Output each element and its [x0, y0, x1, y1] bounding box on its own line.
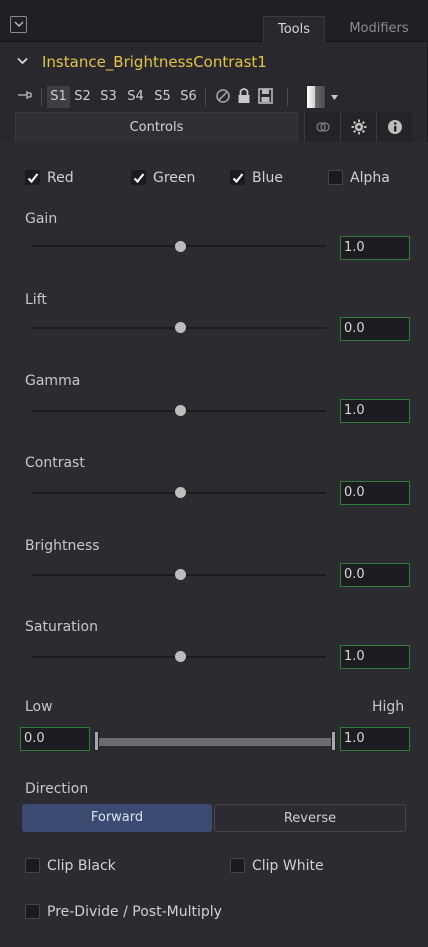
- slot-s5[interactable]: S5: [151, 86, 174, 108]
- checkbox-blue[interactable]: Blue: [230, 168, 300, 188]
- direction-forward-button[interactable]: Forward: [22, 804, 212, 832]
- subtab-links[interactable]: [304, 112, 340, 142]
- inspector-panel: Tools Modifiers Instance_BrightnessContr…: [0, 0, 428, 947]
- checkbox-label: Blue: [252, 170, 283, 186]
- gain-value-field[interactable]: 1.0: [340, 236, 410, 260]
- gain-label: Gain: [25, 211, 58, 227]
- checkbox-box[interactable]: [230, 170, 245, 185]
- tool-toolbar: S1 S2 S3 S4 S5 S6: [0, 82, 428, 110]
- saturation-label: Saturation: [25, 619, 98, 635]
- checkbox-label: Red: [47, 170, 74, 186]
- checkbox-green[interactable]: Green: [131, 168, 211, 188]
- tab-tools[interactable]: Tools: [263, 16, 325, 42]
- checkbox-label: Alpha: [350, 170, 390, 186]
- lift-value-field[interactable]: 0.0: [340, 317, 410, 341]
- checkbox-box[interactable]: [131, 170, 146, 185]
- checkbox-box[interactable]: [25, 170, 40, 185]
- checkbox-label: Green: [153, 170, 196, 186]
- range-low-label: Low: [25, 699, 53, 715]
- dropdown-arrow-icon[interactable]: [331, 95, 338, 100]
- gain-slider-knob[interactable]: [175, 241, 186, 252]
- contrast-value-field[interactable]: 0.0: [340, 481, 410, 505]
- pin-icon[interactable]: [17, 89, 33, 101]
- direction-reverse-button[interactable]: Reverse: [214, 804, 406, 832]
- range-high-value-field[interactable]: 1.0: [340, 727, 410, 751]
- contrast-label: Contrast: [25, 455, 85, 471]
- brightness-label: Brightness: [25, 538, 100, 554]
- subtab-info[interactable]: [376, 112, 412, 142]
- checkbox-clip-white[interactable]: Clip White: [230, 856, 350, 876]
- gamma-label: Gamma: [25, 373, 81, 389]
- save-icon[interactable]: [258, 88, 273, 104]
- checkbox-box[interactable]: [230, 858, 245, 873]
- slot-s3[interactable]: S3: [97, 86, 120, 108]
- gear-icon: [351, 119, 367, 135]
- checkbox-box[interactable]: [328, 170, 343, 185]
- checkbox-label: Clip Black: [47, 858, 116, 874]
- toolbar-divider: [205, 88, 206, 106]
- link-icon: [316, 122, 330, 132]
- checkmark-icon: [27, 173, 39, 184]
- gamma-value-field[interactable]: 1.0: [340, 399, 410, 423]
- brightness-value-field[interactable]: 0.0: [340, 563, 410, 587]
- range-high-handle[interactable]: [331, 731, 336, 751]
- inspector-subtabs: Controls: [15, 112, 413, 142]
- brightness-slider-knob[interactable]: [175, 569, 186, 580]
- gamma-slider-knob[interactable]: [175, 405, 186, 416]
- disable-icon[interactable]: [215, 88, 231, 104]
- slot-s6[interactable]: S6: [177, 86, 200, 108]
- info-icon: [388, 120, 402, 134]
- saturation-value-field[interactable]: 1.0: [340, 645, 410, 669]
- checkbox-alpha[interactable]: Alpha: [328, 168, 398, 188]
- range-high-label: High: [372, 699, 405, 715]
- range-low-value-field[interactable]: 0.0: [20, 727, 90, 751]
- direction-label: Direction: [25, 781, 89, 797]
- slot-s4[interactable]: S4: [124, 86, 147, 108]
- expand-chevron-icon[interactable]: [17, 57, 28, 65]
- toolbar-divider: [41, 88, 42, 106]
- range-slider-track[interactable]: [97, 737, 333, 747]
- saturation-slider-knob[interactable]: [175, 651, 186, 662]
- checkmark-icon: [232, 173, 244, 184]
- checkbox-label: Clip White: [252, 858, 324, 874]
- tab-modifiers[interactable]: Modifiers: [330, 16, 428, 42]
- lift-label: Lift: [25, 292, 47, 308]
- checkbox-red[interactable]: Red: [25, 168, 95, 188]
- checkbox-label: Pre-Divide / Post-Multiply: [47, 904, 222, 920]
- lock-icon[interactable]: [237, 88, 251, 104]
- tool-title: Instance_BrightnessContrast1: [42, 53, 267, 71]
- contrast-slider-knob[interactable]: [175, 487, 186, 498]
- checkmark-icon: [133, 173, 145, 184]
- color-swatch-icon[interactable]: [306, 85, 326, 109]
- checkbox-box[interactable]: [25, 904, 40, 919]
- tool-header[interactable]: Instance_BrightnessContrast1: [0, 50, 428, 78]
- range-low-handle[interactable]: [94, 731, 99, 751]
- checkbox-clip-black[interactable]: Clip Black: [25, 856, 145, 876]
- checkbox-pre-divide-post-multiply[interactable]: Pre-Divide / Post-Multiply: [25, 902, 255, 922]
- collapse-panel-button[interactable]: [10, 16, 27, 33]
- inspector-tab-bar: Tools Modifiers: [0, 0, 428, 42]
- slot-s2[interactable]: S2: [71, 86, 94, 108]
- slot-s1[interactable]: S1: [47, 86, 70, 108]
- chevron-down-icon: [14, 21, 24, 27]
- subtab-controls[interactable]: Controls: [15, 112, 298, 142]
- subtab-settings[interactable]: [340, 112, 376, 142]
- checkbox-box[interactable]: [25, 858, 40, 873]
- toolbar-divider: [287, 88, 288, 106]
- lift-slider-knob[interactable]: [175, 322, 186, 333]
